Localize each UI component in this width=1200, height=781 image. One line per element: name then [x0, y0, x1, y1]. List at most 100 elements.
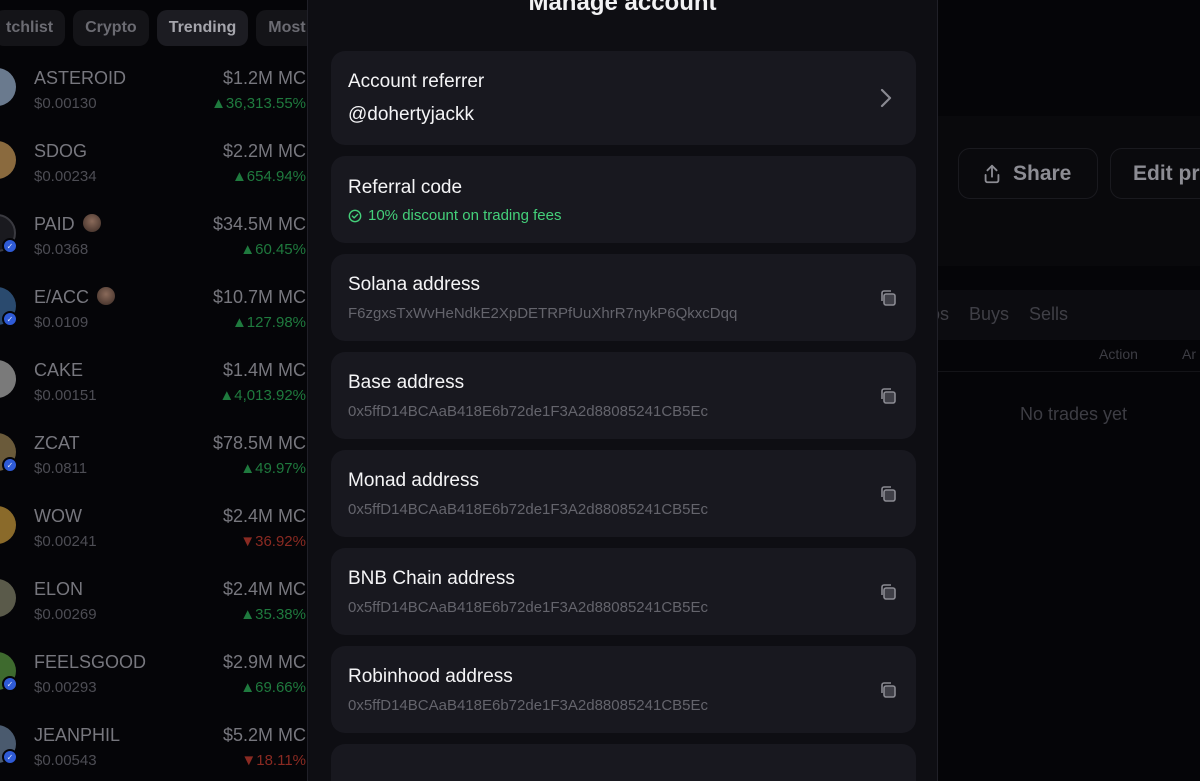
coin-market-cap: $78.5M MC: [212, 433, 306, 453]
coin-market-cap: $5.2M MC: [222, 725, 306, 745]
coin-price: $0.00241: [34, 533, 97, 550]
base-address-card: Base address 0x5ffD14BCAaB418E6b72de1F3A…: [331, 352, 916, 439]
address-title: Robinhood address: [348, 666, 513, 687]
coin-price: $0.0109: [34, 314, 89, 331]
coin-row[interactable]: ASTEROID $0.00130 $1.2M MC ▲36,313.55%: [0, 68, 310, 141]
tab-buys[interactable]: Buys: [969, 304, 1009, 325]
tab-most[interactable]: Most h: [256, 10, 310, 46]
tab-sells[interactable]: Sells: [1029, 304, 1068, 325]
referrer-title: Account referrer: [348, 71, 485, 92]
coin-row[interactable]: ELON $0.00269 $2.4M MC ▲35.38%: [0, 579, 310, 652]
coin-row[interactable]: CAKE $0.00151 $1.4M MC ▲4,013.92%: [0, 360, 310, 433]
coin-change: ▲36,313.55%: [211, 95, 306, 112]
creator-avatar: [97, 287, 116, 305]
tab-crypto[interactable]: Crypto: [73, 10, 149, 46]
address-title: BNB Chain address: [348, 568, 515, 589]
referrer-value: @dohertyjackk: [348, 104, 474, 125]
coin-name: JEANPHIL: [34, 725, 121, 745]
coin-market-cap: $2.4M MC: [222, 579, 306, 599]
empty-trades-message: No trades yet: [1020, 404, 1128, 424]
check-circle-icon: [348, 209, 362, 222]
edit-profile-label: Edit pr: [1133, 161, 1200, 185]
coin-change: ▲35.38%: [240, 606, 306, 623]
coin-row[interactable]: ✓ ZCAT $0.0811 $78.5M MC ▲49.97%: [0, 433, 310, 506]
coin-price: $0.0811: [34, 460, 88, 477]
coin-name: E/ACC: [34, 287, 116, 308]
coin-row[interactable]: SDOG $0.00234 $2.2M MC ▲654.94%: [0, 141, 310, 214]
coin-row[interactable]: ✓ PAID $0.0368 $34.5M MC ▲60.45%: [0, 214, 310, 287]
share-button[interactable]: Share: [958, 148, 1098, 199]
coin-market-cap: $10.7M MC: [212, 287, 306, 307]
coin-price: $0.0368: [34, 241, 89, 258]
chevron-right-icon: [880, 88, 892, 108]
coin-name: FEELSGOOD: [34, 652, 147, 672]
column-amount: Ar: [1182, 346, 1196, 362]
referral-code-card[interactable]: Referral code 10% discount on trading fe…: [331, 156, 916, 243]
coin-price: $0.00293: [34, 679, 97, 696]
coin-row[interactable]: WOW $0.00241 $2.4M MC ▼36.92%: [0, 506, 310, 579]
account-referrer-card[interactable]: Account referrer @dohertyjackk: [331, 51, 916, 145]
coin-name: ZCAT: [34, 433, 80, 453]
coin-avatar: [0, 360, 16, 398]
coin-market-cap: $2.9M MC: [222, 652, 306, 672]
coin-row[interactable]: ✓ FEELSGOOD $0.00293 $2.9M MC ▲69.66%: [0, 652, 310, 725]
coin-change: ▲654.94%: [231, 168, 306, 185]
address-value: 0x5ffD14BCAaB418E6b72de1F3A2d88085241CB5…: [348, 403, 708, 420]
coin-market-cap: $1.4M MC: [222, 360, 306, 380]
referral-title: Referral code: [348, 177, 463, 198]
verified-icon: ✓: [2, 311, 18, 327]
copy-icon[interactable]: [879, 387, 897, 405]
coin-name: WOW: [34, 506, 82, 526]
coin-market-cap: $34.5M MC: [212, 214, 306, 234]
bnb-address-card: BNB Chain address 0x5ffD14BCAaB418E6b72d…: [331, 548, 916, 635]
coin-row[interactable]: ✓ E/ACC $0.0109 $10.7M MC ▲127.98%: [0, 287, 310, 360]
verified-icon: ✓: [2, 749, 18, 765]
coin-name: SDOG: [34, 141, 88, 161]
copy-icon[interactable]: [879, 583, 897, 601]
creator-avatar: [82, 214, 101, 232]
address-value: F6zgxsTxWvHeNdkE2XpDETRPfUuXhrR7nykP6Qkx…: [348, 305, 738, 322]
address-value: 0x5ffD14BCAaB418E6b72de1F3A2d88085241CB5…: [348, 599, 708, 616]
coin-name: ASTEROID: [34, 68, 127, 88]
manage-account-modal: Manage account Account referrer @doherty…: [307, 0, 938, 781]
coin-price: $0.00234: [34, 168, 97, 185]
trades-table-header: Action Ar: [938, 340, 1200, 372]
coin-avatar: [0, 506, 16, 544]
coin-change: ▼36.92%: [240, 533, 306, 550]
profile-panel: Share Edit pr os Buys Sells Action Ar No…: [930, 0, 1200, 781]
coin-market-cap: $2.2M MC: [222, 141, 306, 161]
column-action: Action: [1099, 346, 1138, 362]
coin-price: $0.00130: [34, 95, 97, 112]
verified-icon: ✓: [2, 457, 18, 473]
edit-profile-button[interactable]: Edit pr: [1110, 148, 1200, 199]
address-title: Monad address: [348, 470, 479, 491]
verified-icon: ✓: [2, 238, 18, 254]
address-value: 0x5ffD14BCAaB418E6b72de1F3A2d88085241CB5…: [348, 501, 708, 518]
coin-price: $0.00543: [34, 752, 97, 769]
copy-icon[interactable]: [879, 485, 897, 503]
coin-avatar: [0, 68, 16, 106]
coin-price: $0.00151: [34, 387, 97, 404]
coin-change: ▲49.97%: [240, 460, 306, 477]
verified-icon: ✓: [2, 676, 18, 692]
tab-trending[interactable]: Trending: [156, 10, 249, 46]
solana-address-card: Solana address F6zgxsTxWvHeNdkE2XpDETRPf…: [331, 254, 916, 341]
coin-name: PAID: [34, 214, 101, 235]
share-icon: [984, 164, 1000, 183]
copy-icon[interactable]: [879, 681, 897, 699]
coin-name: ELON: [34, 579, 84, 599]
referral-discount: 10% discount on trading fees: [348, 207, 561, 224]
copy-icon[interactable]: [879, 289, 897, 307]
coin-avatar: [0, 579, 16, 617]
trade-tabs: os Buys Sells: [930, 290, 1200, 340]
coin-name: CAKE: [34, 360, 84, 380]
coin-change: ▼18.11%: [241, 752, 306, 769]
address-title: Solana address: [348, 274, 481, 295]
coin-row[interactable]: ✓ JEANPHIL $0.00543 $5.2M MC ▼18.11%: [0, 725, 310, 781]
coin-list-panel: tchlist Crypto Trending Most h ASTEROID …: [0, 0, 310, 781]
coin-avatar: [0, 141, 16, 179]
robinhood-address-card: Robinhood address 0x5ffD14BCAaB418E6b72d…: [331, 646, 916, 733]
tab-watchlist[interactable]: tchlist: [0, 10, 66, 46]
coin-change: ▲60.45%: [240, 241, 306, 258]
monad-address-card: Monad address 0x5ffD14BCAaB418E6b72de1F3…: [331, 450, 916, 537]
